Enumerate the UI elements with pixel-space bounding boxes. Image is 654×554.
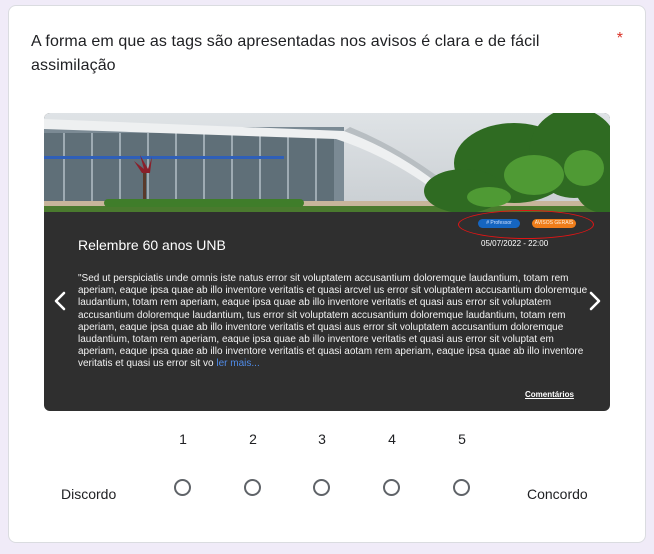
- scale-high-label: Concordo: [527, 486, 588, 502]
- read-more-link[interactable]: ler mais...: [216, 358, 259, 369]
- question-card: A forma em que as tags são apresentadas …: [8, 5, 646, 543]
- scale-number-2: 2: [249, 431, 257, 447]
- notice-photo: [44, 113, 610, 212]
- tag-professor[interactable]: # Professor: [478, 219, 520, 228]
- previous-button[interactable]: [50, 289, 70, 313]
- scale-radio-2[interactable]: [244, 479, 261, 496]
- notice-body-text: "Sed ut perspiciatis unde omnis iste nat…: [78, 273, 588, 370]
- comments-link[interactable]: Comentários: [525, 390, 574, 399]
- required-asterisk: *: [616, 30, 623, 47]
- tag-avisos-gerais[interactable]: AVISOS GERAIS: [532, 219, 576, 228]
- scale-number-5: 5: [458, 431, 466, 447]
- notice-title: Relembre 60 anos UNB: [78, 237, 226, 253]
- notice-carousel: # Professor AVISOS GERAIS Relembre 60 an…: [44, 113, 610, 411]
- scale-number-4: 4: [388, 431, 396, 447]
- scale-radio-1[interactable]: [174, 479, 191, 496]
- notice-date: 05/07/2022 - 22:00: [481, 239, 549, 248]
- notice-body: "Sed ut perspiciatis unde omnis iste nat…: [78, 273, 590, 371]
- question-text: A forma em que as tags são apresentadas …: [31, 33, 540, 74]
- scale-number-1: 1: [179, 431, 187, 447]
- chevron-left-icon: [54, 291, 66, 311]
- scale-radio-4[interactable]: [383, 479, 400, 496]
- scale-radio-5[interactable]: [453, 479, 470, 496]
- chevron-right-icon: [589, 291, 601, 311]
- scale-radio-3[interactable]: [313, 479, 330, 496]
- scale-low-label: Discordo: [61, 486, 117, 502]
- next-button[interactable]: [585, 289, 605, 313]
- scale-number-3: 3: [318, 431, 326, 447]
